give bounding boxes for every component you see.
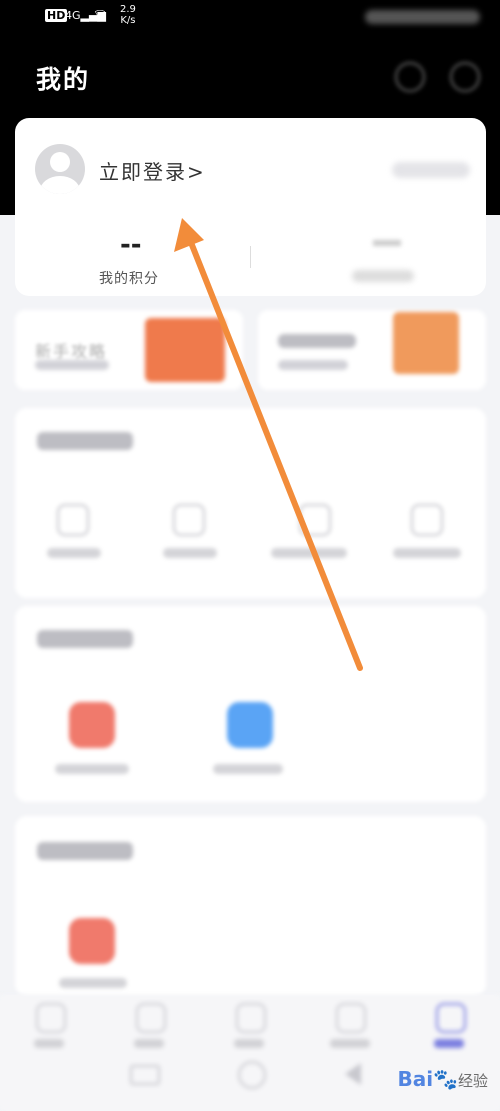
arrow-head	[174, 218, 204, 252]
annotation-arrow	[174, 218, 363, 671]
arrow-shaft	[187, 237, 363, 671]
